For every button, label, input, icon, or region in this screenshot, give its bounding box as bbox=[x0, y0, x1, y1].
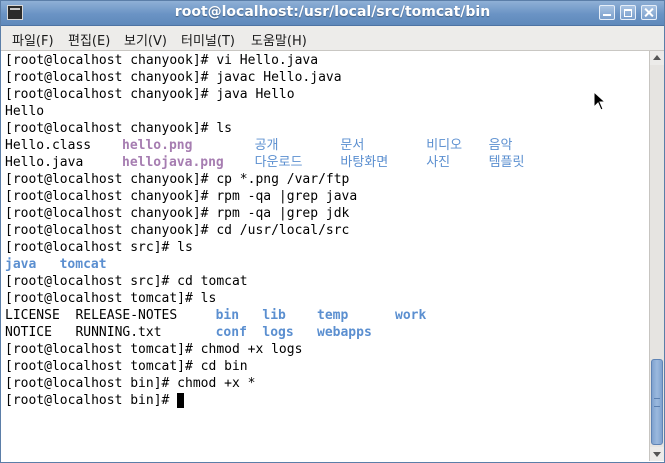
terminal-text: 공개 bbox=[254, 138, 279, 153]
terminal-window: root@localhost:/usr/local/src/tomcat/bin… bbox=[0, 0, 665, 463]
title-bar[interactable]: root@localhost:/usr/local/src/tomcat/bin bbox=[1, 1, 664, 26]
terminal-line: Hello.class hello.png 공개 문서 비디오 음악 bbox=[5, 137, 645, 154]
terminal-text: conf bbox=[215, 325, 247, 340]
terminal-line: [root@localhost src]# ls bbox=[5, 239, 645, 256]
terminal-line: NOTICE RUNNING.txt conf logs webapps bbox=[5, 324, 645, 341]
scroll-up-arrow-icon[interactable] bbox=[650, 51, 664, 65]
terminal-text: [root@localhost chanyook]# vi Hello.java bbox=[5, 53, 319, 68]
terminal-text: [root@localhost tomcat]# chmod +x logs bbox=[5, 342, 303, 357]
terminal-text: tomcat bbox=[59, 257, 107, 272]
terminal-line: [root@localhost chanyook]# cd /usr/local… bbox=[5, 222, 645, 239]
window-title: root@localhost:/usr/local/src/tomcat/bin bbox=[174, 4, 491, 20]
terminal-text: [root@localhost src]# ls bbox=[5, 240, 193, 255]
terminal-text: temp bbox=[317, 308, 349, 323]
terminal-line: [root@localhost chanyook]# ls bbox=[5, 120, 645, 137]
terminal-output[interactable]: [root@localhost chanyook]# vi Hello.java… bbox=[1, 51, 649, 461]
terminal-text: [root@localhost tomcat]# cd bin bbox=[5, 359, 248, 374]
terminal-text: Hello.class bbox=[5, 138, 92, 153]
terminal-text: 템플릿 bbox=[488, 155, 525, 170]
terminal-line: [root@localhost bin]# bbox=[5, 392, 645, 409]
terminal-line: [root@localhost tomcat]# ls bbox=[5, 290, 645, 307]
scrollbar-thumb[interactable] bbox=[651, 359, 663, 445]
terminal-text: [root@localhost bin]# chmod +x * bbox=[5, 376, 256, 391]
terminal-line: Hello bbox=[5, 103, 645, 120]
close-button[interactable] bbox=[641, 5, 657, 20]
terminal-line: LICENSE RELEASE-NOTES bin lib temp work bbox=[5, 307, 645, 324]
mouse-pointer-icon bbox=[593, 91, 607, 111]
menu-help[interactable]: 도움말(H) bbox=[251, 30, 307, 49]
terminal-text: bin bbox=[215, 308, 240, 323]
terminal-text: [root@localhost bin]# bbox=[5, 393, 178, 408]
menu-terminal[interactable]: 터미널(T) bbox=[181, 30, 235, 49]
menu-view[interactable]: 보기(V) bbox=[124, 30, 167, 49]
terminal-text: work bbox=[395, 308, 427, 323]
terminal-text: [root@localhost tomcat]# ls bbox=[5, 291, 217, 306]
terminal-text: [root@localhost chanyook]# ls bbox=[5, 121, 232, 136]
maximize-button[interactable] bbox=[620, 5, 636, 20]
terminal-text: 음악 bbox=[488, 138, 513, 153]
terminal-text: 문서 bbox=[340, 138, 365, 153]
terminal-text: Hello.java bbox=[5, 155, 84, 170]
menu-edit[interactable]: 편집(E) bbox=[68, 30, 110, 49]
terminal-line: [root@localhost chanyook]# vi Hello.java bbox=[5, 52, 645, 69]
terminal-text: 사진 bbox=[426, 155, 451, 170]
scroll-down-arrow-icon[interactable] bbox=[650, 447, 664, 461]
text-cursor bbox=[176, 393, 184, 408]
terminal-text: [root@localhost chanyook]# rpm -qa |grep… bbox=[5, 189, 358, 204]
terminal-text: [root@localhost chanyook]# cp *.png /var… bbox=[5, 172, 350, 187]
terminal-line: Hello.java hellojava.png 다운로드 바탕화면 사진 템플릿 bbox=[5, 154, 645, 171]
terminal-text: logs bbox=[262, 325, 294, 340]
terminal-text: lib bbox=[262, 308, 286, 323]
terminal-text: [root@localhost src]# cd tomcat bbox=[5, 274, 248, 289]
terminal-text: hello.png bbox=[122, 138, 193, 153]
terminal-text: [root@localhost chanyook]# rpm -qa |grep… bbox=[5, 206, 350, 221]
terminal-text: hellojava.png bbox=[122, 155, 224, 170]
terminal-text: 다운로드 bbox=[254, 155, 303, 170]
terminal-text: 바탕화면 bbox=[340, 155, 389, 170]
terminal-line: [root@localhost chanyook]# rpm -qa |grep… bbox=[5, 188, 645, 205]
terminal-line: [root@localhost chanyook]# javac Hello.j… bbox=[5, 69, 645, 86]
terminal-text: LICENSE RELEASE-NOTES bbox=[5, 308, 178, 323]
terminal-line: [root@localhost chanyook]# java Hello bbox=[5, 86, 645, 103]
vertical-scrollbar[interactable] bbox=[649, 51, 664, 461]
terminal-text: [root@localhost chanyook]# cd /usr/local… bbox=[5, 223, 350, 238]
terminal-text: java bbox=[5, 257, 37, 272]
menu-file[interactable]: 파일(F) bbox=[12, 30, 54, 49]
terminal-line: [root@localhost tomcat]# cd bin bbox=[5, 358, 645, 375]
terminal-line: [root@localhost chanyook]# rpm -qa |grep… bbox=[5, 205, 645, 222]
terminal-text: Hello bbox=[5, 104, 45, 119]
terminal-text: [root@localhost chanyook]# java Hello bbox=[5, 87, 295, 102]
terminal-line: [root@localhost tomcat]# chmod +x logs bbox=[5, 341, 645, 358]
terminal-text: webapps bbox=[317, 325, 372, 340]
terminal-line: [root@localhost src]# cd tomcat bbox=[5, 273, 645, 290]
terminal-text: [root@localhost chanyook]# javac Hello.j… bbox=[5, 70, 342, 85]
terminal-text: 비디오 bbox=[426, 138, 463, 153]
minimize-button[interactable] bbox=[599, 5, 615, 20]
menu-bar: 파일(F) 편집(E) 보기(V) 터미널(T) 도움말(H) bbox=[1, 26, 664, 51]
terminal-line: [root@localhost bin]# chmod +x * bbox=[5, 375, 645, 392]
terminal-line: [root@localhost chanyook]# cp *.png /var… bbox=[5, 171, 645, 188]
terminal-text: NOTICE RUNNING.txt bbox=[5, 325, 162, 340]
terminal-line: java tomcat bbox=[5, 256, 645, 273]
